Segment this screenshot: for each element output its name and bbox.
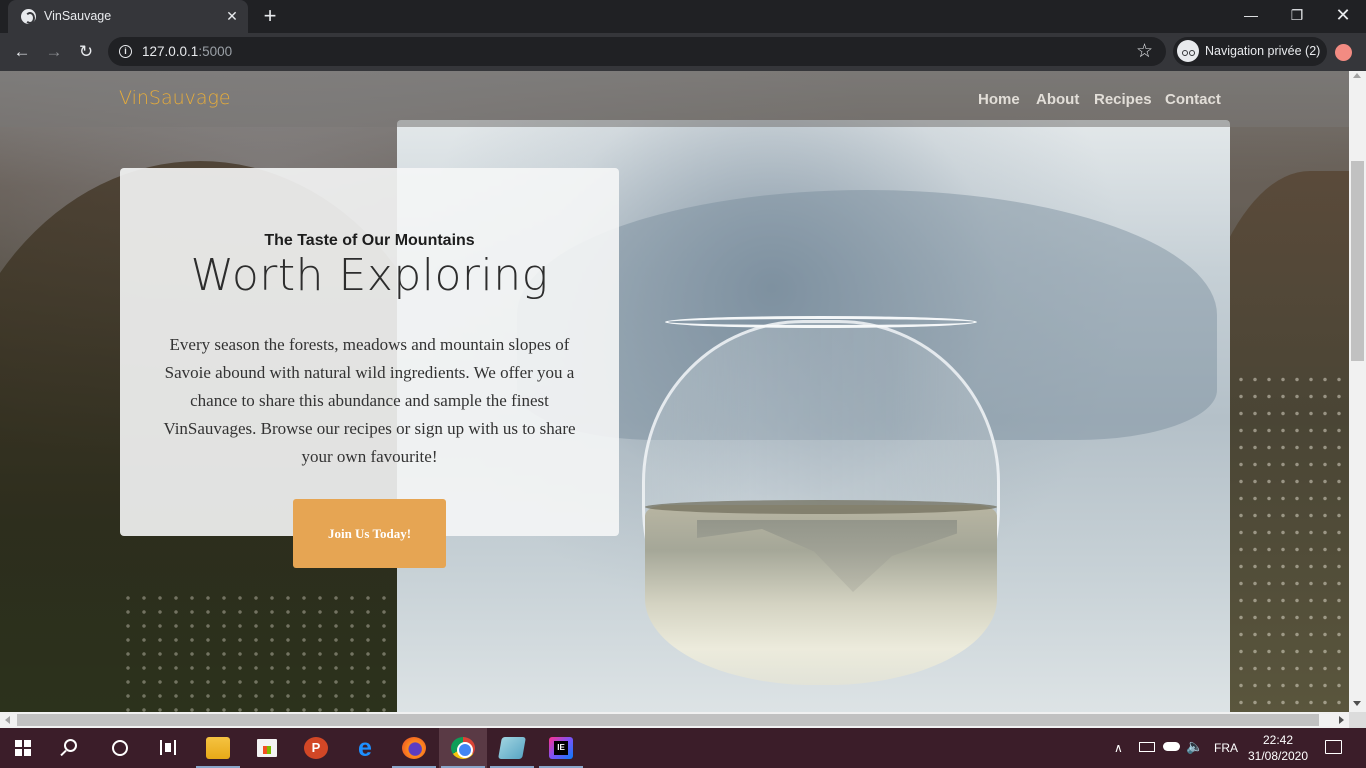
horizontal-scroll-thumb[interactable] (17, 714, 1319, 726)
windows-logo-icon (15, 740, 31, 756)
task-view-icon (160, 740, 176, 755)
background-flowers (120, 591, 400, 712)
app-button[interactable] (488, 728, 536, 768)
glass-rim (665, 316, 977, 328)
reload-button[interactable]: ↻ (73, 40, 99, 64)
cortana-icon (112, 740, 128, 756)
url-host: 127.0.0.1 (142, 44, 199, 59)
language-indicator[interactable]: FRA (1214, 741, 1238, 755)
nav-home[interactable]: Home (978, 91, 1020, 108)
restore-button[interactable]: ❐ (1274, 0, 1320, 33)
nav-about[interactable]: About (1036, 91, 1079, 108)
chrome-button[interactable] (439, 728, 487, 768)
clock-date[interactable]: 31/08/2020 (1244, 749, 1312, 763)
scroll-right-arrow-icon[interactable] (1339, 716, 1344, 724)
edge-icon: e (358, 734, 372, 762)
nav-recipes[interactable]: Recipes (1094, 91, 1152, 108)
intellij-icon (549, 737, 573, 759)
nav-contact[interactable]: Contact (1165, 91, 1221, 108)
store-button[interactable] (243, 728, 291, 768)
task-view-button[interactable] (144, 728, 192, 768)
globe-icon (21, 9, 36, 24)
forward-button[interactable]: → (41, 40, 67, 64)
hero-card: The Taste of Our Mountains Worth Explori… (120, 168, 619, 536)
extension-icon[interactable] (1335, 44, 1352, 61)
scroll-left-arrow-icon[interactable] (5, 716, 10, 724)
url-port: :5000 (198, 44, 233, 59)
horizontal-scrollbar[interactable] (0, 712, 1349, 728)
incognito-icon (1177, 40, 1199, 62)
browser-toolbar: ← → ↻ i 127.0.0.1:5000 ☆ Navigation priv… (0, 33, 1366, 71)
firefox-icon (402, 737, 426, 759)
browser-tab[interactable]: VinSauvage ✕ (8, 0, 248, 33)
join-us-button[interactable]: Join Us Today! (293, 499, 446, 568)
hero-title: Worth Exploring (190, 250, 549, 301)
app-icon (498, 737, 526, 759)
search-icon (64, 739, 77, 752)
hero-kicker: The Taste of Our Mountains (264, 232, 475, 249)
chrome-icon (451, 737, 475, 759)
close-window-button[interactable]: ✕ (1320, 0, 1366, 33)
url-text[interactable]: 127.0.0.1:5000 (142, 44, 232, 59)
scroll-down-arrow-icon[interactable] (1353, 701, 1361, 706)
tab-strip: VinSauvage ✕ + — ❐ ✕ (0, 0, 1366, 33)
store-icon (255, 737, 279, 759)
incognito-profile-button[interactable]: Navigation privée (2) (1173, 37, 1327, 66)
incognito-label: Navigation privée (2) (1205, 44, 1321, 58)
close-tab-icon[interactable]: ✕ (223, 7, 241, 25)
page-viewport: VinSauvage Home About Recipes Contact Th… (0, 71, 1349, 712)
scroll-up-arrow-icon[interactable] (1353, 73, 1361, 78)
wine-surface (645, 500, 997, 514)
address-bar[interactable]: i 127.0.0.1:5000 ☆ (108, 37, 1166, 66)
powerpoint-icon: P (304, 737, 328, 759)
scroll-corner (1349, 712, 1366, 728)
hero-description: Every season the forests, meadows and mo… (163, 335, 576, 466)
site-brand[interactable]: VinSauvage (119, 87, 231, 109)
folder-icon (206, 737, 230, 759)
file-explorer-button[interactable] (194, 728, 242, 768)
vertical-scroll-thumb[interactable] (1351, 161, 1364, 361)
cortana-button[interactable] (96, 728, 144, 768)
background-flowers (1220, 371, 1349, 711)
windows-taskbar: P e ∧ 🔈 FRA 22:42 31/08/2020 (0, 728, 1366, 768)
back-button[interactable]: ← (9, 40, 35, 64)
minimize-button[interactable]: — (1228, 0, 1274, 33)
tab-title: VinSauvage (44, 9, 112, 23)
notifications-icon[interactable] (1325, 740, 1342, 754)
site-navbar: VinSauvage Home About Recipes Contact (0, 71, 1349, 127)
onedrive-cloud-icon[interactable] (1163, 742, 1180, 751)
clock-time[interactable]: 22:42 (1248, 733, 1308, 747)
search-button[interactable] (48, 728, 96, 768)
start-button[interactable] (0, 728, 48, 768)
new-tab-button[interactable]: + (258, 4, 282, 28)
powerpoint-button[interactable]: P (292, 728, 340, 768)
show-hidden-icons-chevron-icon[interactable]: ∧ (1114, 741, 1123, 755)
intellij-button[interactable] (537, 728, 585, 768)
bookmark-star-icon[interactable]: ☆ (1136, 40, 1153, 63)
firefox-button[interactable] (390, 728, 438, 768)
edge-button[interactable]: e (341, 728, 389, 768)
info-icon[interactable]: i (119, 45, 132, 58)
volume-icon[interactable]: 🔈 (1186, 738, 1203, 755)
battery-icon[interactable] (1139, 742, 1155, 752)
vertical-scrollbar[interactable] (1349, 71, 1366, 712)
